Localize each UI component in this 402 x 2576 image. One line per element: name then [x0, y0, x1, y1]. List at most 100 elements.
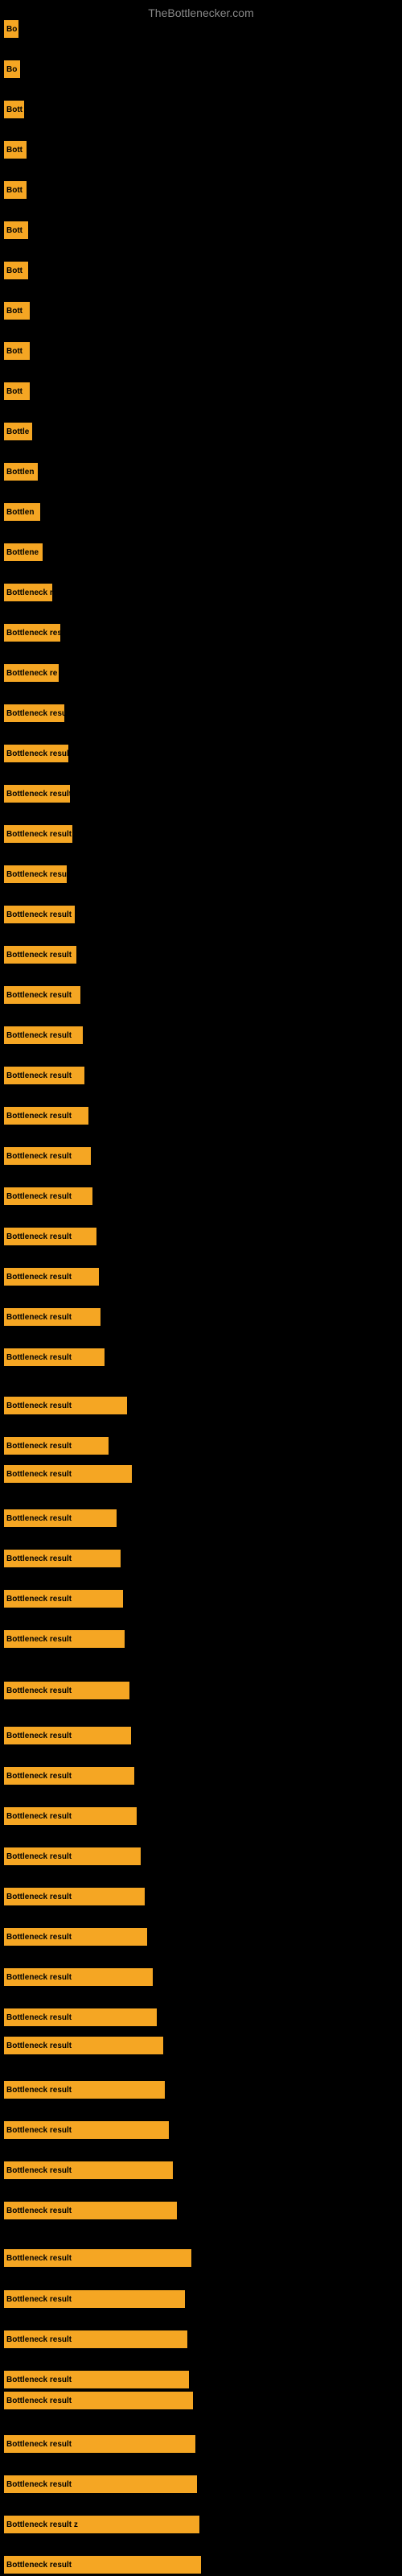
result-bar: Bottleneck result	[4, 1465, 132, 1483]
bar-row: Bottleneck result	[4, 1590, 123, 1608]
bar-label: Bott	[6, 266, 23, 275]
result-bar: Bottle	[4, 423, 32, 440]
result-bar: Bottleneck result	[4, 1682, 129, 1699]
bar-label: Bottleneck result	[6, 2254, 72, 2263]
bar-row: Bottleneck result	[4, 1348, 105, 1366]
result-bar: Bottleneck result	[4, 1187, 92, 1205]
bar-row: Bottle	[4, 423, 32, 440]
bar-label: Bottleneck result	[6, 1470, 72, 1479]
bar-label: Bottleneck result	[6, 2295, 72, 2304]
bar-row: Bottleneck result	[4, 1308, 100, 1326]
result-bar: Bottleneck result	[4, 2008, 157, 2026]
bar-row: Bottleneck result	[4, 2475, 197, 2493]
bar-row: Bottleneck result	[4, 1268, 99, 1286]
bar-label: Bottleneck r	[6, 588, 52, 597]
result-bar: Bottleneck result	[4, 1847, 141, 1865]
result-bar: Bottleneck result	[4, 1348, 105, 1366]
bar-row: Bottleneck result	[4, 2556, 201, 2574]
bar-row: Bottleneck result	[4, 2008, 157, 2026]
bar-row: Bott	[4, 141, 27, 159]
bar-label: Bottleneck result	[6, 1442, 72, 1451]
result-bar: Bottleneck result	[4, 1147, 91, 1165]
bar-row: Bottleneck resul	[4, 624, 60, 642]
bar-row: Bottleneck result	[4, 1847, 141, 1865]
result-bar: Bottleneck result	[4, 2475, 197, 2493]
bar-row: Bottleneck result	[4, 1767, 134, 1785]
bar-label: Bottleneck result	[6, 2013, 72, 2022]
bar-label: Bottleneck resu	[6, 870, 67, 879]
result-bar: Bottleneck r	[4, 584, 52, 601]
bar-row: Bottleneck result	[4, 785, 70, 803]
bar-label: Bottleneck result	[6, 1112, 72, 1121]
result-bar: Bo	[4, 20, 18, 38]
bar-label: Bottleneck result	[6, 1686, 72, 1695]
result-bar: Bott	[4, 181, 27, 199]
bar-row: Bottleneck result	[4, 906, 75, 923]
bar-row: Bottleneck result	[4, 2435, 195, 2453]
bar-row: Bottleneck result	[4, 1630, 125, 1648]
result-bar: Bottleneck result	[4, 1888, 145, 1905]
bar-label: Bott	[6, 307, 23, 316]
result-bar: Bottleneck result	[4, 2121, 169, 2139]
result-bar: Bottleneck result	[4, 745, 68, 762]
bar-label: Bottleneck result	[6, 1595, 72, 1604]
bar-row: Bott	[4, 302, 30, 320]
bar-label: Bottleneck result	[6, 1893, 72, 1901]
bar-label: Bottleneck result	[6, 2561, 72, 2570]
result-bar: Bottleneck result	[4, 1026, 83, 1044]
bar-label: Bottlen	[6, 508, 34, 517]
bar-label: Bott	[6, 387, 23, 396]
bar-label: Bott	[6, 186, 23, 195]
bar-row: Bottleneck result	[4, 2392, 193, 2409]
result-bar: Bottleneck result	[4, 2161, 173, 2179]
bar-label: Bottleneck result	[6, 1852, 72, 1861]
bar-label: Bottleneck result	[6, 1273, 72, 1282]
bar-label: Bottleneck result	[6, 790, 70, 799]
bar-row: Bottleneck result	[4, 1550, 121, 1567]
result-bar: Bottleneck resul	[4, 624, 60, 642]
bar-label: Bottlene	[6, 548, 39, 557]
bar-label: Bottleneck result	[6, 1514, 72, 1523]
bar-row: Bott	[4, 221, 28, 239]
result-bar: Bottleneck result	[4, 1550, 121, 1567]
result-bar: Bottleneck result	[4, 1807, 137, 1825]
bar-label: Bottleneck re	[6, 669, 57, 678]
result-bar: Bottleneck resu	[4, 865, 67, 883]
result-bar: Bottleneck result	[4, 2392, 193, 2409]
result-bar: Bott	[4, 221, 28, 239]
bar-label: Bo	[6, 65, 17, 74]
bar-row: Bottlene	[4, 543, 43, 561]
bar-label: Bottleneck result	[6, 709, 64, 718]
bar-label: Bottleneck result	[6, 1732, 72, 1740]
result-bar: Bottleneck result	[4, 2330, 187, 2348]
bar-row: Bottleneck result	[4, 1147, 91, 1165]
result-bar: Bottleneck result	[4, 1107, 88, 1125]
bar-label: Bottleneck result	[6, 2480, 72, 2489]
bar-row: Bo	[4, 20, 18, 38]
result-bar: Bott	[4, 342, 30, 360]
result-bar: Bott	[4, 141, 27, 159]
bar-label: Bott	[6, 347, 23, 356]
result-bar: Bo	[4, 60, 20, 78]
bar-label: Bottle	[6, 427, 29, 436]
bar-row: Bottleneck r	[4, 584, 52, 601]
bar-row: Bottleneck result	[4, 2081, 165, 2099]
result-bar: Bottleneck re	[4, 664, 59, 682]
bar-label: Bottleneck result	[6, 2041, 72, 2050]
bar-label: Bottleneck result	[6, 2396, 72, 2405]
result-bar: Bottleneck result	[4, 1228, 96, 1245]
bar-row: Bottlen	[4, 503, 40, 521]
bar-row: Bo	[4, 60, 20, 78]
result-bar: Bottleneck result	[4, 2371, 189, 2388]
bar-label: Bottleneck result	[6, 2166, 72, 2175]
result-bar: Bottleneck result	[4, 986, 80, 1004]
bar-label: Bo	[6, 25, 17, 34]
result-bar: Bottleneck result	[4, 1509, 117, 1527]
bar-label: Bott	[6, 226, 23, 235]
result-bar: Bottlene	[4, 543, 43, 561]
result-bar: Bott	[4, 382, 30, 400]
bar-label: Bottleneck result	[6, 2440, 72, 2449]
result-bar: Bottleneck result	[4, 825, 72, 843]
bar-row: Bottleneck result	[4, 946, 76, 964]
bar-label: Bottleneck result z	[6, 2520, 78, 2529]
